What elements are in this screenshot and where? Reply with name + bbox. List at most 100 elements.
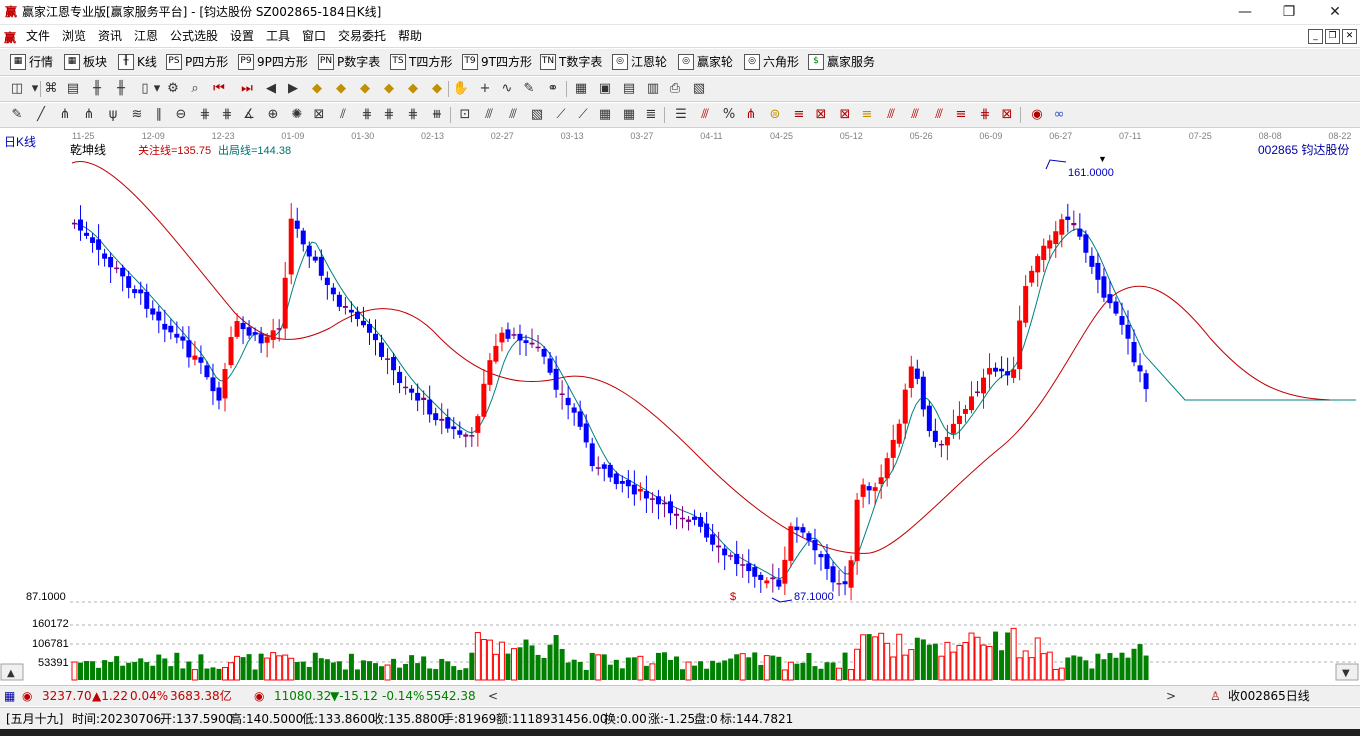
grid-tool-icon[interactable]: ⋕ — [196, 107, 214, 123]
ruler-icon[interactable]: ✎ — [520, 81, 538, 97]
grid-red-icon[interactable]: ⋕ — [976, 107, 994, 123]
scroll-left-arrow[interactable]: < — [488, 689, 498, 703]
diamond-icon[interactable]: ◆ — [308, 81, 326, 97]
fib-red-icon[interactable]: ≡ — [790, 107, 808, 123]
print-icon[interactable]: ▤ — [620, 81, 638, 97]
grid-red-icon[interactable]: ⊠ — [998, 107, 1016, 123]
box-red-icon[interactable]: ⊠ — [812, 107, 830, 123]
first-icon[interactable]: ⏮ — [210, 81, 228, 97]
mdi-restore-button[interactable]: ❐ — [1325, 29, 1340, 44]
diagonal-icon[interactable]: ⫻ — [480, 107, 498, 123]
toolbar-service-button[interactable]: $ 赢家服务 — [808, 54, 875, 70]
infinity-icon[interactable]: ∞ — [1050, 107, 1068, 123]
fib-time-icon[interactable]: ⋕ — [404, 107, 422, 123]
diamond-icon[interactable]: ◆ — [428, 81, 446, 97]
fan-red-icon[interactable]: ⫻ — [882, 107, 900, 123]
chart-type-icon[interactable]: ◫ — [8, 81, 26, 97]
fib-yellow-icon[interactable]: ≡ — [858, 107, 876, 123]
diamond-icon[interactable]: ◆ — [380, 81, 398, 97]
angle-tool-icon[interactable]: ∡ — [240, 107, 258, 123]
calculator-icon[interactable]: ▣ — [596, 81, 614, 97]
doc-icon[interactable]: ▤ — [64, 81, 82, 97]
menu-file[interactable]: 文件 — [26, 28, 50, 44]
pen-icon[interactable]: ✎ — [8, 107, 26, 123]
menu-info[interactable]: 资讯 — [98, 28, 122, 44]
toolbar-p-number-button[interactable]: PN P数字表 — [318, 54, 380, 70]
table-icon[interactable]: ▦ — [596, 107, 614, 123]
toolbar-sector-button[interactable]: ▦ 板块 — [64, 54, 107, 70]
menu-help[interactable]: 帮助 — [398, 28, 422, 44]
table-icon[interactable]: ▦ — [620, 107, 638, 123]
cycle-tool-icon[interactable]: ⧻ — [428, 107, 446, 123]
sun-tool-icon[interactable]: ✺ — [288, 107, 306, 123]
right-arrow-icon[interactable]: ▶ — [284, 81, 302, 97]
toolbar-hexagon-button[interactable]: ◎ 六角形 — [744, 54, 799, 70]
percent-icon[interactable]: % — [720, 107, 738, 123]
toolbar-9p-square-button[interactable]: P9 9P四方形 — [238, 54, 308, 70]
mdi-close-button[interactable]: ✕ — [1342, 29, 1357, 44]
wave-icon[interactable]: ∿ — [498, 81, 516, 97]
calc-icon[interactable]: ⌘ — [42, 81, 60, 97]
gann-circle-icon[interactable]: ⊕ — [264, 107, 282, 123]
trend-icon[interactable]: ⟋ — [574, 107, 592, 123]
toolbar-p-square-button[interactable]: PS P四方形 — [166, 54, 228, 70]
fib-tool-icon[interactable]: ⋕ — [358, 107, 376, 123]
fan-tool-icon[interactable]: ⋔ — [80, 107, 98, 123]
toolbar-9t-square-button[interactable]: T9 9T四方形 — [462, 54, 532, 70]
list-icon[interactable]: ☰ — [672, 107, 690, 123]
kline-small-icon[interactable]: ╫ — [88, 81, 106, 97]
toolbar-winner-wheel-button[interactable]: ◎ 赢家轮 — [678, 54, 733, 70]
fork-tool-icon[interactable]: ψ — [104, 107, 122, 123]
grid-icon[interactable]: ▦ — [4, 689, 15, 703]
save-icon[interactable]: ▥ — [644, 81, 662, 97]
menu-browse[interactable]: 浏览 — [62, 28, 86, 44]
hand-icon[interactable]: ✋ — [452, 81, 470, 97]
fan-red-icon[interactable]: ⫻ — [906, 107, 924, 123]
diamond-icon[interactable]: ◆ — [356, 81, 374, 97]
fan-tool-icon[interactable]: ⋔ — [56, 107, 74, 123]
frame-icon[interactable]: ⊡ — [456, 107, 474, 123]
box-red-icon[interactable]: ⊠ — [836, 107, 854, 123]
channel-tool-icon[interactable]: ⫽ — [334, 107, 352, 123]
menu-window[interactable]: 窗口 — [302, 28, 326, 44]
minimize-button[interactable]: — — [1230, 2, 1260, 22]
candle-icon[interactable]: ╫ — [112, 81, 130, 97]
toolbar-quotes-button[interactable]: ▦ 行情 — [10, 54, 53, 70]
slash-icon[interactable]: ⟋ — [552, 107, 570, 123]
calendar-icon[interactable]: ▦ — [572, 81, 590, 97]
link-icon[interactable]: ⚭ — [544, 81, 562, 97]
circle-tool-icon[interactable]: ⊖ — [172, 107, 190, 123]
ruler-red-icon[interactable]: ⫻ — [696, 107, 714, 123]
left-arrow-icon[interactable]: ◀ — [262, 81, 280, 97]
fib-fan-icon[interactable]: ⋕ — [380, 107, 398, 123]
toolbar-t-square-button[interactable]: TS T四方形 — [390, 54, 452, 70]
pitchfork-icon[interactable]: ⋔ — [742, 107, 760, 123]
speed-line-icon[interactable]: ⫻ — [504, 107, 522, 123]
kline-chart-area[interactable]: 11-25 12-09 12-23 01-09 01-30 02-13 02-27 03-13… — [0, 128, 1360, 684]
fan-red-icon[interactable]: ⫻ — [930, 107, 948, 123]
menu-settings[interactable]: 设置 — [230, 28, 254, 44]
wave-tool-icon[interactable]: ≋ — [128, 107, 146, 123]
printer-icon[interactable]: ⎙ — [666, 81, 684, 97]
close-button[interactable]: ✕ — [1320, 2, 1350, 22]
color-wheel-icon[interactable]: ◉ — [1028, 107, 1046, 123]
period-label[interactable]: 日K线 — [4, 135, 36, 149]
gear-cycle-icon[interactable]: ⚙ — [164, 81, 182, 97]
menu-gann[interactable]: 江恩 — [134, 28, 158, 44]
sh-index-value[interactable]: 3237.70 — [42, 689, 92, 703]
square-tool-icon[interactable]: ⊠ — [310, 107, 328, 123]
scroll-right-arrow[interactable]: > — [1166, 689, 1176, 703]
fib-red-icon[interactable]: ≡ — [952, 107, 970, 123]
mdi-minimize-button[interactable]: _ — [1308, 29, 1323, 44]
toolbar-gann-wheel-button[interactable]: ◎ 江恩轮 — [612, 54, 667, 70]
export-icon[interactable]: ▧ — [690, 81, 708, 97]
kline-chart[interactable]: 11-25 12-09 12-23 01-09 01-30 02-13 02-27 03-13… — [0, 128, 1360, 684]
toolbar-kline-button[interactable]: ╫ K线 — [118, 54, 157, 70]
line-tool-icon[interactable]: ╱ — [32, 107, 50, 123]
favorite-label[interactable]: 收002865日线 — [1228, 689, 1310, 703]
diamond-icon[interactable]: ◆ — [404, 81, 422, 97]
crosshair-icon[interactable]: + — [476, 81, 494, 97]
grid-tool-icon[interactable]: ⋕ — [218, 107, 236, 123]
menu-tools[interactable]: 工具 — [266, 28, 290, 44]
lines-icon[interactable]: ≣ — [642, 107, 660, 123]
